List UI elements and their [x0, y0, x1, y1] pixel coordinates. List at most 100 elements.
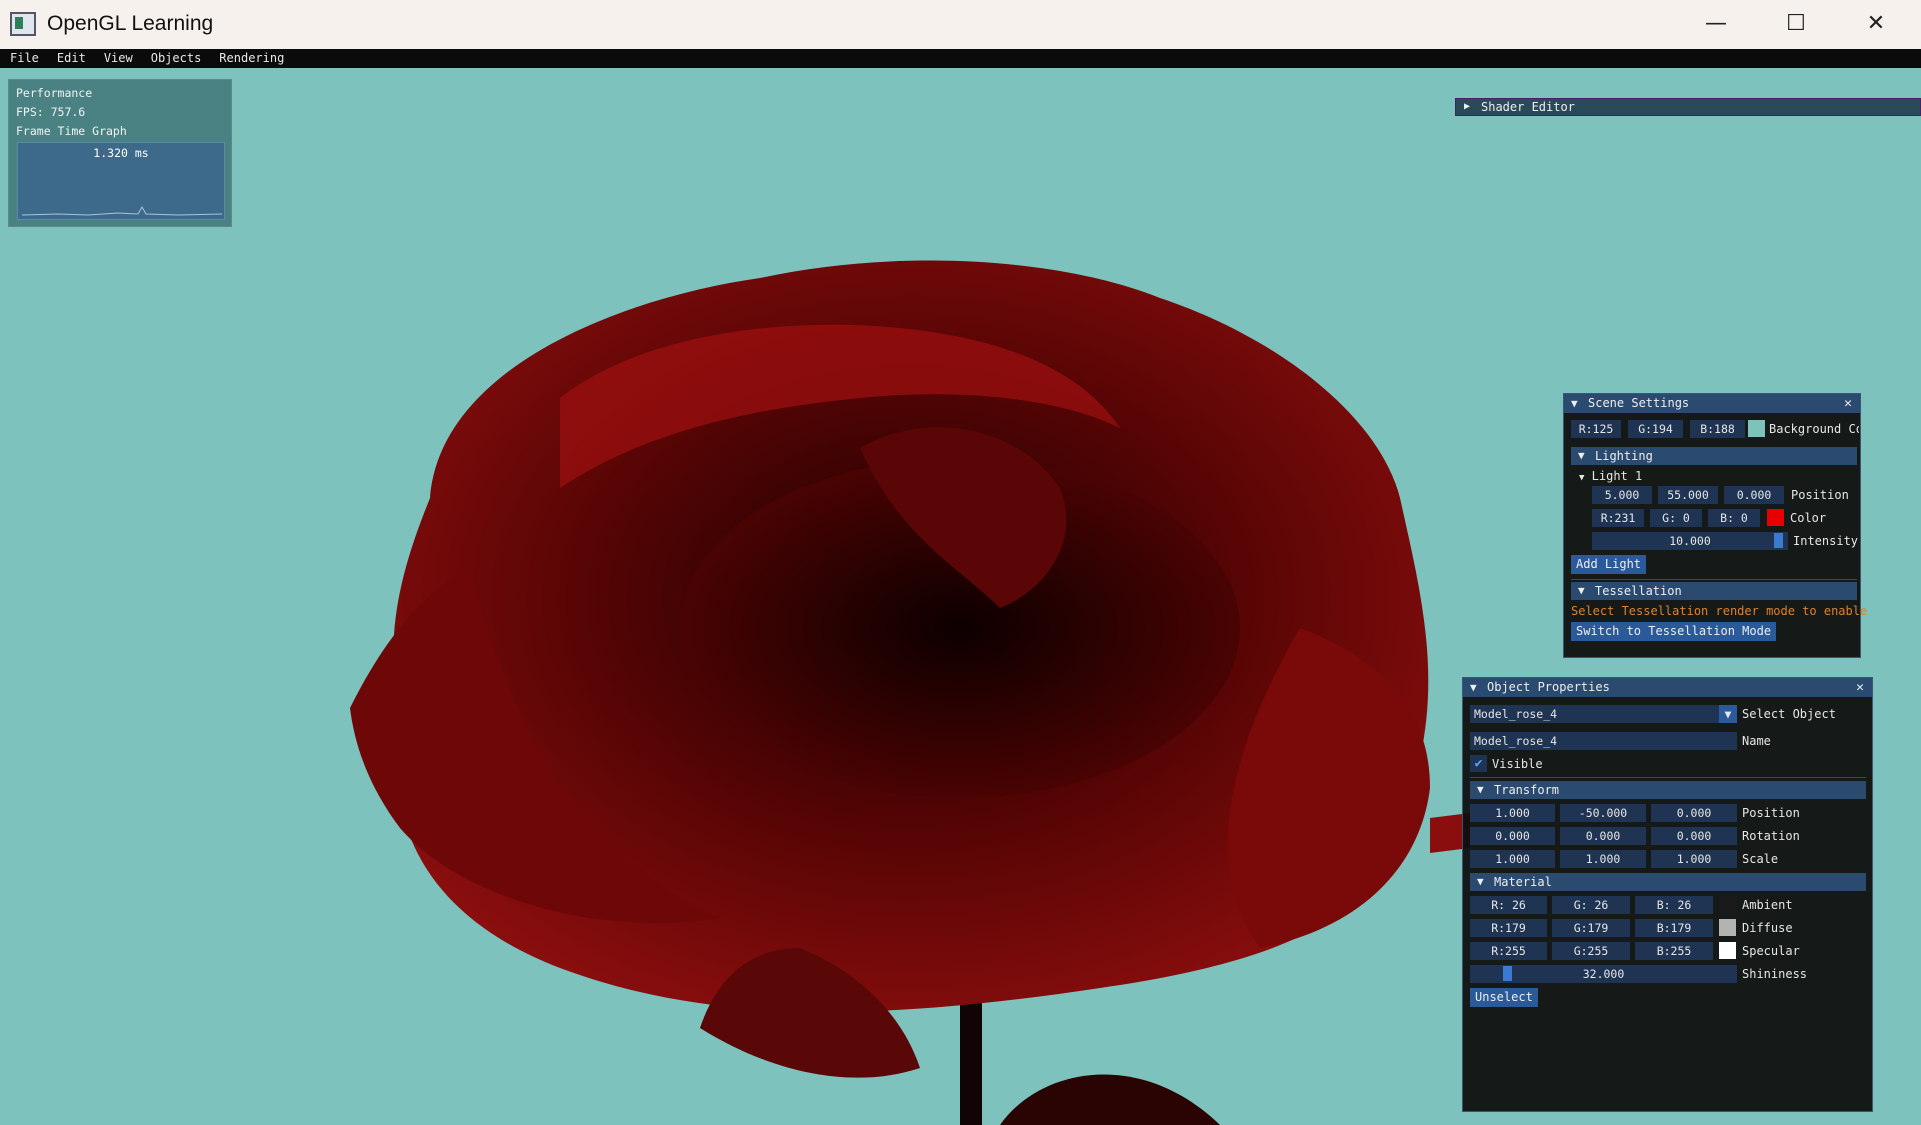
scene-settings-title: Scene Settings	[1588, 396, 1690, 410]
specular-swatch[interactable]	[1719, 942, 1736, 959]
position-x[interactable]: 1.000	[1470, 804, 1555, 822]
visible-checkbox[interactable]: ✔	[1470, 755, 1487, 772]
maximize-button[interactable]: ☐	[1766, 8, 1826, 40]
light-color-label: Color	[1790, 511, 1827, 525]
collapse-down-icon: ▼	[1477, 783, 1484, 796]
fps-readout: FPS: 757.6	[16, 105, 86, 119]
scale-x[interactable]: 1.000	[1470, 850, 1555, 868]
performance-overlay[interactable]: Performance FPS: 757.6 Frame Time Graph …	[8, 79, 232, 227]
ambient-g[interactable]: G: 26	[1552, 896, 1630, 914]
position-z[interactable]: 0.000	[1651, 804, 1737, 822]
unselect-button[interactable]: Unselect	[1470, 988, 1538, 1007]
diffuse-swatch[interactable]	[1719, 919, 1736, 936]
frame-time-plot	[21, 205, 223, 216]
specular-label: Specular	[1742, 944, 1800, 958]
lighting-header[interactable]: ▼ Lighting	[1571, 447, 1857, 465]
window-titlebar: OpenGL Learning — ☐ ✕	[0, 0, 1921, 49]
close-icon[interactable]: ✕	[1856, 678, 1864, 697]
ambient-b[interactable]: B: 26	[1635, 896, 1713, 914]
app-icon	[10, 12, 36, 36]
scale-z[interactable]: 1.000	[1651, 850, 1737, 868]
light-color-b[interactable]: B: 0	[1708, 509, 1760, 527]
menu-edit[interactable]: Edit	[48, 49, 95, 68]
menu-file[interactable]: File	[0, 49, 48, 68]
background-g-field[interactable]: G:194	[1628, 420, 1683, 438]
specular-g[interactable]: G:255	[1552, 942, 1630, 960]
close-window-button[interactable]: ✕	[1846, 8, 1906, 40]
scene-settings-panel[interactable]: ▼ Scene Settings ✕ R:125 G:194 B:188 Bac…	[1563, 393, 1867, 658]
position-label: Position	[1742, 806, 1800, 820]
collapse-down-icon: ▼	[1578, 584, 1585, 597]
performance-title: Performance	[16, 86, 93, 100]
select-object-label: Select Object	[1742, 707, 1836, 721]
rotation-x[interactable]: 0.000	[1470, 827, 1555, 845]
separator	[1470, 777, 1866, 778]
collapse-down-icon: ▼	[1477, 875, 1484, 888]
menu-objects[interactable]: Objects	[142, 49, 211, 68]
diffuse-g[interactable]: G:179	[1552, 919, 1630, 937]
collapse-down-icon: ▼	[1470, 681, 1477, 694]
light-position-x[interactable]: 5.000	[1592, 486, 1652, 504]
ambient-r[interactable]: R: 26	[1470, 896, 1547, 914]
light-color-r[interactable]: R:231	[1592, 509, 1644, 527]
intensity-slider-grab[interactable]	[1774, 533, 1783, 548]
object-name-label: Name	[1742, 734, 1771, 748]
shininess-label: Shininess	[1742, 967, 1808, 981]
rotation-y[interactable]: 0.000	[1560, 827, 1646, 845]
light-color-swatch[interactable]	[1767, 509, 1784, 526]
scale-label: Scale	[1742, 852, 1779, 866]
add-light-button[interactable]: Add Light	[1571, 555, 1647, 574]
shader-editor-title: Shader Editor	[1481, 100, 1575, 114]
light-1-node[interactable]: ▼ Light 1	[1579, 467, 1642, 485]
collapse-right-icon: ▶	[1464, 101, 1471, 112]
ambient-swatch[interactable]	[1719, 896, 1736, 913]
tessellation-title: Tessellation	[1595, 584, 1682, 598]
minimize-button[interactable]: —	[1686, 8, 1746, 40]
light-intensity-label: Intensity	[1793, 534, 1859, 548]
tree-expand-icon: ▼	[1579, 473, 1585, 483]
chevron-down-icon[interactable]: ▼	[1719, 705, 1737, 723]
frame-time-graph-title: Frame Time Graph	[16, 124, 127, 138]
shininess-slider-grab[interactable]	[1503, 966, 1512, 981]
object-properties-titlebar[interactable]: ▼ Object Properties ✕	[1463, 678, 1872, 697]
close-icon[interactable]: ✕	[1844, 394, 1852, 413]
material-header[interactable]: ▼ Material	[1470, 873, 1866, 891]
light-color-g[interactable]: G: 0	[1650, 509, 1702, 527]
menu-rendering[interactable]: Rendering	[210, 49, 293, 68]
light-position-y[interactable]: 55.000	[1658, 486, 1718, 504]
lighting-title: Lighting	[1595, 449, 1653, 463]
specular-r[interactable]: R:255	[1470, 942, 1547, 960]
background-r-field[interactable]: R:125	[1571, 420, 1621, 438]
diffuse-b[interactable]: B:179	[1635, 919, 1713, 937]
tessellation-header[interactable]: ▼ Tessellation	[1571, 582, 1857, 600]
diffuse-r[interactable]: R:179	[1470, 919, 1547, 937]
light-intensity-slider[interactable]: 10.000	[1592, 532, 1788, 550]
switch-tessellation-button[interactable]: Switch to Tessellation Mode	[1571, 622, 1777, 641]
select-object-dropdown[interactable]: Model_rose_4	[1470, 705, 1737, 723]
background-b-field[interactable]: B:188	[1690, 420, 1745, 438]
scene-settings-titlebar[interactable]: ▼ Scene Settings ✕	[1564, 394, 1860, 413]
tessellation-warning: Select Tessellation render mode to enabl…	[1571, 604, 1868, 618]
menu-bar: File Edit View Objects Rendering	[0, 49, 1921, 68]
rotation-z[interactable]: 0.000	[1651, 827, 1737, 845]
visible-label: Visible	[1492, 757, 1543, 771]
ambient-label: Ambient	[1742, 898, 1793, 912]
position-y[interactable]: -50.000	[1560, 804, 1646, 822]
frame-time-graph: 1.320 ms	[17, 142, 225, 220]
object-properties-panel[interactable]: ▼ Object Properties ✕ Model_rose_4 ▼ Sel…	[1462, 677, 1873, 1112]
object-properties-title: Object Properties	[1487, 680, 1610, 694]
specular-b[interactable]: B:255	[1635, 942, 1713, 960]
separator	[1571, 579, 1857, 580]
transform-header[interactable]: ▼ Transform	[1470, 781, 1866, 799]
collapse-down-icon: ▼	[1578, 449, 1585, 462]
light-position-z[interactable]: 0.000	[1724, 486, 1784, 504]
light-1-title: Light 1	[1591, 469, 1643, 483]
scale-y[interactable]: 1.000	[1560, 850, 1646, 868]
collapse-down-icon: ▼	[1571, 397, 1578, 410]
background-color-label: Background Co	[1769, 422, 1859, 436]
background-color-swatch[interactable]	[1748, 420, 1765, 437]
menu-view[interactable]: View	[95, 49, 142, 68]
shader-editor-header[interactable]: ▶ Shader Editor	[1455, 98, 1921, 116]
object-name-input[interactable]: Model_rose_4	[1470, 732, 1737, 750]
light-position-label: Position	[1791, 488, 1849, 502]
